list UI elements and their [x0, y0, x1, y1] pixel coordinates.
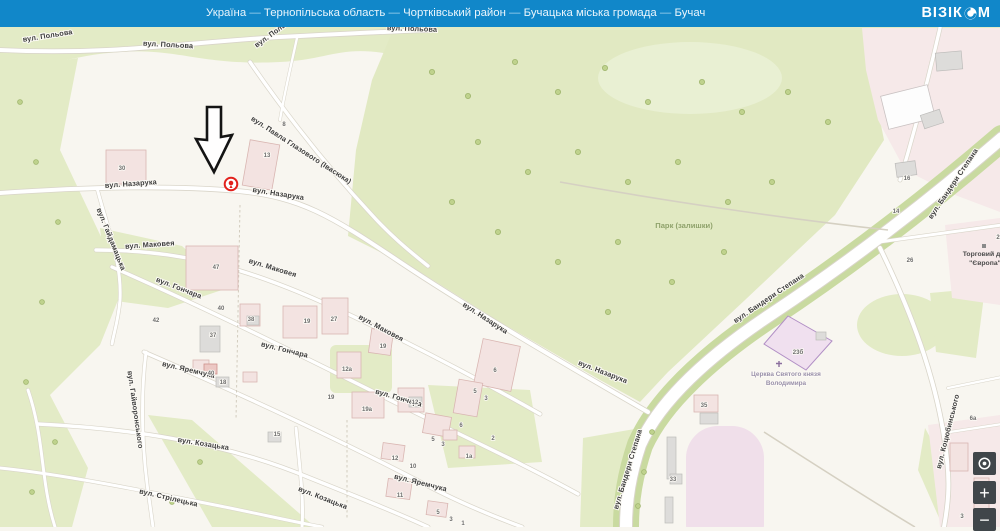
- house-number: 19: [328, 395, 335, 401]
- stadium-building: [686, 426, 764, 527]
- breadcrumb-separator: —: [246, 7, 264, 19]
- shop-poi-icon: [982, 244, 986, 248]
- zoom-out-button[interactable]: −: [973, 508, 996, 531]
- house-number: 2: [996, 235, 1000, 241]
- house-number: 14: [893, 209, 900, 215]
- house-number: 47: [213, 265, 220, 271]
- house-number: 12: [412, 400, 419, 406]
- house-number: 38: [248, 317, 255, 323]
- house-number: 33: [670, 477, 677, 483]
- house-number: 10: [410, 464, 417, 470]
- house-number: 18: [220, 380, 227, 386]
- church-cross-icon: [776, 361, 782, 367]
- house-number: 35: [701, 403, 708, 409]
- house-number: 11: [397, 493, 404, 499]
- logo-text-right: М: [977, 5, 991, 21]
- house-number: 6а: [970, 416, 977, 422]
- house-number: 12а: [342, 367, 353, 373]
- house-number: 1а: [466, 454, 473, 460]
- house-number: 16: [904, 176, 911, 182]
- house-number: 19а: [362, 407, 373, 413]
- poi-label: Торговий дім: [963, 250, 1000, 258]
- locate-icon: [978, 457, 991, 470]
- house-number: 15: [274, 432, 281, 438]
- breadcrumb-separator: —: [505, 7, 524, 19]
- house-number: 27: [331, 317, 338, 323]
- logo-text-left: ВІЗІК: [921, 5, 963, 21]
- visicom-logo[interactable]: ВІЗІК М: [921, 5, 991, 21]
- house-number: 30: [119, 166, 126, 172]
- poi-label: "Європа": [969, 260, 1000, 267]
- house-number: 40: [208, 371, 215, 377]
- logo-swirl-icon: [964, 7, 977, 19]
- breadcrumb-item[interactable]: Чортківський район: [403, 7, 506, 19]
- house-number: 26: [907, 258, 914, 264]
- house-number: 19: [304, 319, 311, 325]
- house-number: 13: [264, 153, 271, 159]
- breadcrumb: Україна — Тернопільська область — Чорткі…: [206, 0, 705, 27]
- map-marker[interactable]: [223, 176, 239, 192]
- poi-label: Парк (залишки): [655, 221, 713, 230]
- street-label: вул. Гончара: [260, 339, 310, 360]
- breadcrumb-separator: —: [385, 7, 404, 19]
- breadcrumb-item[interactable]: Україна: [206, 7, 246, 19]
- locate-button[interactable]: [973, 452, 996, 475]
- breadcrumb-separator: —: [656, 7, 675, 19]
- house-number: 23б: [793, 349, 804, 356]
- house-number: 37: [210, 333, 217, 339]
- annotation-arrow: [193, 105, 235, 175]
- poi-label: Церква Святого князя: [751, 371, 821, 378]
- breadcrumb-item[interactable]: Тернопільська область: [264, 7, 385, 19]
- poi-label: Володимира: [766, 380, 807, 387]
- top-bar: Україна — Тернопільська область — Чорткі…: [0, 0, 1000, 27]
- zoom-in-button[interactable]: +: [973, 481, 996, 504]
- breadcrumb-item[interactable]: Бучацька міська громада: [524, 7, 657, 19]
- house-number: 8: [282, 122, 286, 128]
- house-number: 12: [392, 456, 399, 462]
- map-svg: вул. Польовавул. Польовавул. Польовавул.…: [0, 27, 1000, 527]
- map-canvas[interactable]: вул. Польова вул. Польова вул. Польова вул.…: [0, 27, 1000, 527]
- house-number: 5: [431, 437, 435, 443]
- house-number: 42: [153, 318, 160, 324]
- house-number: 19: [380, 344, 387, 350]
- house-number: 3: [449, 517, 453, 523]
- house-number: 40: [218, 306, 225, 312]
- breadcrumb-item[interactable]: Бучач: [674, 7, 705, 19]
- house-number: 1: [461, 521, 465, 527]
